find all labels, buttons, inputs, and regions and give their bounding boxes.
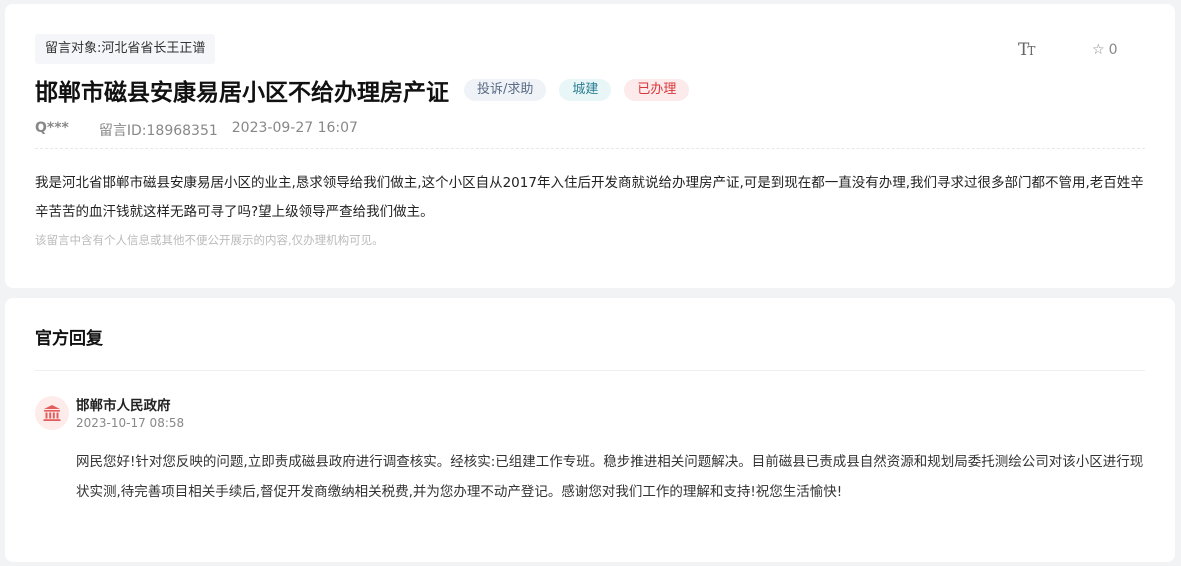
- reply-card: 官方回复 邯郸市人民政府 2023-10-17 08:58 网民您好!针对您反映…: [5, 298, 1175, 562]
- message-card: 留言对象:河北省省长王正谱 TT ☆ 0 邯郸市磁县安康易居小区不给办理房产证 投…: [5, 4, 1175, 288]
- font-size-icon[interactable]: TT: [1018, 40, 1035, 60]
- reply-section-title: 官方回复: [35, 329, 103, 349]
- privacy-notice: 该留言中含有个人信息或其他不便公开展示的内容,仅办理机构可见。: [35, 233, 384, 247]
- message-id: 留言ID:18968351: [98, 123, 218, 139]
- reply-divider: [35, 370, 1145, 371]
- message-divider: [35, 148, 1145, 149]
- tag-category: 城建: [559, 79, 612, 101]
- message-title: 邯郸市磁县安康易居小区不给办理房产证: [35, 80, 449, 106]
- government-building-icon: [43, 405, 61, 421]
- tag-type: 投诉/求助: [464, 79, 547, 101]
- font-size-big-glyph: T: [1018, 40, 1029, 60]
- favorite-button[interactable]: ☆ 0: [1092, 42, 1117, 58]
- message-meta: Q*** 留言ID:18968351 2023-09-27 16:07: [35, 120, 358, 140]
- reply-content: 网民您好!针对您反映的问题,立即责成磁县政府进行调查核实。经核实:已组建工作专班…: [76, 454, 1144, 500]
- title-row: 邯郸市磁县安康易居小区不给办理房产证 投诉/求助 城建 已办理: [35, 74, 690, 106]
- font-size-small-glyph: T: [1027, 44, 1035, 58]
- reply-datetime: 2023-10-17 08:58: [76, 416, 185, 430]
- replier-avatar: [35, 396, 69, 430]
- replier-name: 邯郸市人民政府: [76, 398, 171, 414]
- message-user: Q***: [35, 120, 69, 136]
- status-badge: 已办理: [624, 79, 690, 101]
- message-target: 留言对象:河北省省长王正谱: [35, 34, 216, 64]
- star-outline-icon: ☆: [1092, 42, 1105, 58]
- message-datetime: 2023-09-27 16:07: [231, 120, 358, 136]
- favorite-count: 0: [1108, 42, 1118, 58]
- message-content: 我是河北省邯郸市磁县安康易居小区的业主,恳求领导给我们做主,这个小区自从2017…: [35, 175, 1144, 220]
